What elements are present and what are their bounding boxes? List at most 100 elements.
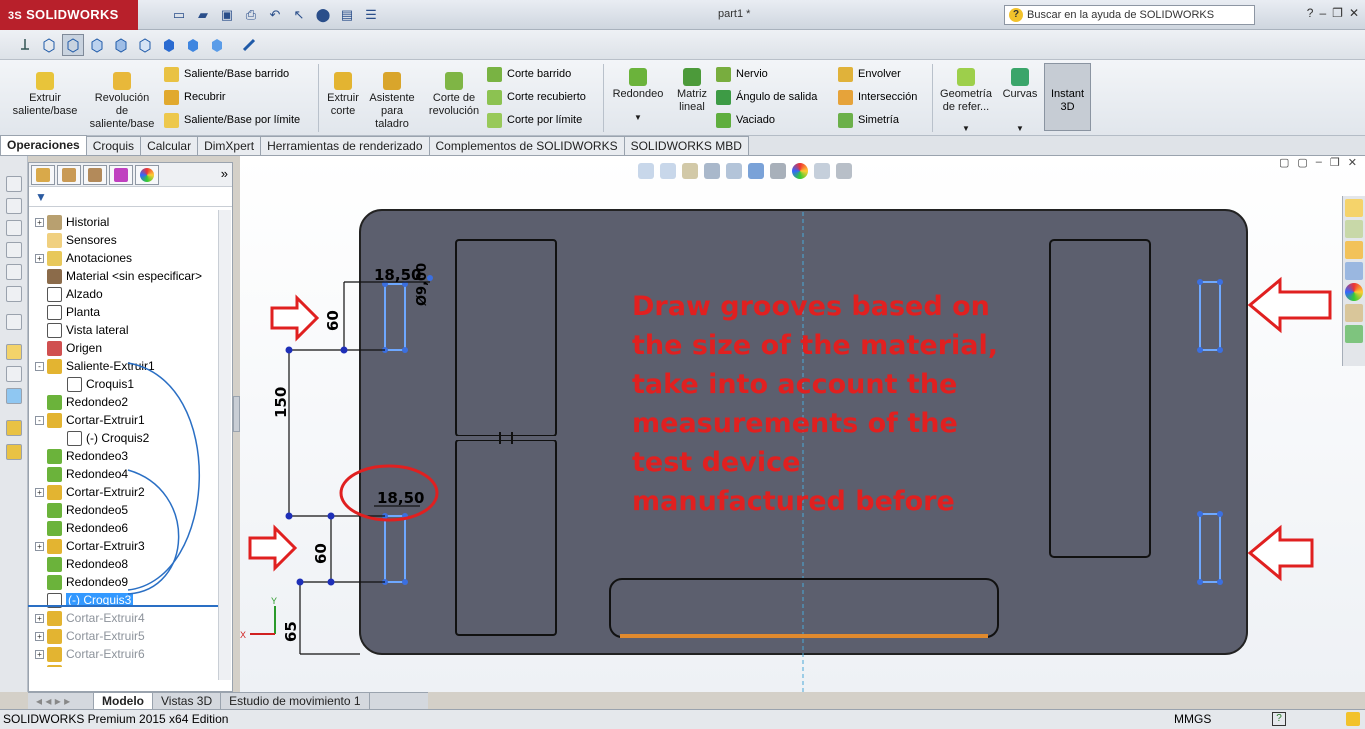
sketch-shortcut-icon[interactable] — [6, 314, 22, 330]
undo-icon[interactable]: ↶ — [264, 5, 286, 25]
tab-render-tools[interactable]: Herramientas de renderizado — [260, 136, 430, 155]
revolve-boss-button[interactable]: Revolución de saliente/base — [88, 72, 156, 131]
file-properties-icon[interactable]: ▤ — [336, 5, 358, 25]
linear-pattern-button[interactable]: Matriz lineal — [672, 68, 712, 114]
sketch-shortcut-icon[interactable] — [6, 286, 22, 302]
loft-button[interactable]: Recubrir — [164, 87, 226, 107]
rebuild-icon[interactable]: ⬤ — [312, 5, 334, 25]
print-icon[interactable]: ⎙ — [240, 5, 262, 25]
boundary-cut-button[interactable]: Corte por límite — [487, 110, 582, 130]
restore-icon[interactable]: ❐ — [1332, 6, 1343, 20]
expand-icon[interactable]: + — [35, 217, 44, 227]
draft-button[interactable]: Ángulo de salida — [716, 87, 817, 107]
new-document-icon[interactable]: ▭ — [168, 5, 190, 25]
home-icon[interactable] — [1345, 199, 1363, 217]
view-palette-icon[interactable] — [1345, 262, 1363, 280]
sketch-shortcut-icon[interactable] — [6, 220, 22, 236]
rib-button[interactable]: Nervio — [716, 64, 768, 84]
move-entities-icon[interactable] — [6, 388, 22, 404]
appearances-icon[interactable] — [1345, 283, 1363, 301]
configuration-manager-tab[interactable] — [83, 165, 107, 185]
tree-item[interactable]: +Cortar-Extruir7 — [35, 663, 145, 667]
instant3d-button[interactable]: Instant 3D — [1044, 63, 1091, 131]
tab-croquis[interactable]: Croquis — [85, 136, 142, 155]
property-manager-tab[interactable] — [57, 165, 81, 185]
mirror-button[interactable]: Simetría — [838, 110, 899, 130]
help-menu-icon[interactable]: ? — [1307, 6, 1314, 20]
render-icon[interactable] — [182, 34, 204, 56]
expand-icon[interactable]: + — [35, 649, 44, 659]
dimension-text-5[interactable]: 60 — [312, 543, 330, 564]
fillet-button[interactable]: Redondeo ▼ — [608, 68, 668, 124]
tree-item[interactable]: Sensores — [35, 231, 117, 249]
shell-button[interactable]: Vaciado — [716, 110, 775, 130]
swept-cut-button[interactable]: Corte barrido — [487, 64, 571, 84]
wrap-button[interactable]: Envolver — [838, 64, 901, 84]
reference-geometry-button[interactable]: Geometría de refer... ▼ — [936, 68, 996, 135]
smart-dimension-icon[interactable] — [6, 344, 22, 360]
intersect-button[interactable]: Intersección — [838, 87, 917, 107]
measure-icon[interactable] — [238, 34, 260, 56]
panel-splitter[interactable] — [233, 396, 240, 432]
panel-expand-icon[interactable]: » — [221, 166, 228, 181]
dimension-text-3[interactable]: 150 — [272, 387, 290, 418]
sketch-shortcut-icon[interactable] — [6, 242, 22, 258]
tree-item[interactable]: Material <sin especificar> — [35, 267, 202, 285]
tab-scroll-arrows[interactable]: ◂ ◂ ▸ ▸ — [28, 693, 94, 709]
hidden-lines-icon[interactable] — [62, 33, 84, 56]
sketch-shortcut-icon[interactable] — [6, 176, 22, 192]
tree-scrollbar[interactable] — [218, 210, 231, 680]
tree-item[interactable]: Vista lateral — [35, 321, 128, 339]
tab-operaciones[interactable]: Operaciones — [0, 135, 87, 155]
select-arrow-icon[interactable]: ↖ — [288, 5, 310, 25]
shaded-edges-icon[interactable] — [110, 34, 132, 56]
tree-item[interactable]: Planta — [35, 303, 100, 321]
sketch-shortcut-icon[interactable] — [6, 264, 22, 280]
feature-shortcut-icon[interactable] — [6, 444, 22, 460]
save-icon[interactable]: ▣ — [216, 5, 238, 25]
feature-manager-tab[interactable] — [31, 165, 55, 185]
tab-motion-study[interactable]: Estudio de movimiento 1 — [221, 693, 370, 709]
tree-item[interactable]: + Cortar-Extruir4 — [35, 609, 145, 627]
chevron-down-icon[interactable]: ▼ — [999, 122, 1041, 135]
tab-modelo[interactable]: Modelo — [94, 693, 153, 709]
chevron-down-icon[interactable]: ▼ — [608, 111, 668, 124]
dimension-text-4[interactable]: 18,50 — [377, 489, 424, 507]
sketch-shortcut-icon[interactable] — [6, 198, 22, 214]
view-orientation-icon[interactable] — [14, 34, 36, 56]
display-manager-tab[interactable] — [135, 165, 159, 185]
tree-item[interactable]: + Cortar-Extruir5 — [35, 627, 145, 645]
help-search-input[interactable]: ? Buscar en la ayuda de SOLIDWORKS — [1004, 5, 1255, 25]
tab-dimxpert[interactable]: DimXpert — [197, 136, 262, 155]
relations-icon[interactable] — [6, 366, 22, 382]
expand-icon[interactable]: + — [35, 631, 44, 641]
tab-vistas-3d[interactable]: Vistas 3D — [153, 693, 222, 709]
shaded-icon[interactable] — [86, 34, 108, 56]
close-icon[interactable]: ✕ — [1348, 156, 1357, 169]
dimxpert-manager-tab[interactable] — [109, 165, 133, 185]
close-icon[interactable]: ✕ — [1349, 6, 1359, 20]
units-label[interactable]: MMGS — [1174, 710, 1211, 729]
wireframe-icon[interactable] — [38, 34, 60, 56]
help-status-icon[interactable]: ? — [1272, 712, 1286, 726]
revolved-cut-button[interactable]: Corte de revolución — [424, 72, 484, 118]
expand-icon[interactable]: + — [35, 613, 44, 623]
tab-calcular[interactable]: Calcular — [140, 136, 199, 155]
design-library-icon[interactable] — [1345, 220, 1363, 238]
section-view-icon[interactable] — [134, 34, 156, 56]
chevron-down-icon[interactable]: ▼ — [936, 122, 996, 135]
filter-icon[interactable]: ▼ — [29, 187, 232, 207]
dimension-text-7[interactable]: Ø9,00 — [415, 263, 430, 306]
expand-icon[interactable]: + — [35, 253, 44, 263]
minimize-icon[interactable]: – — [1319, 6, 1326, 20]
forum-icon[interactable] — [1345, 325, 1363, 343]
tree-item[interactable]: + Cortar-Extruir6 — [35, 645, 145, 663]
file-explorer-icon[interactable] — [1345, 241, 1363, 259]
custom-properties-icon[interactable] — [1345, 304, 1363, 322]
tree-item[interactable]: Alzado — [35, 285, 103, 303]
feature-shortcut-icon[interactable] — [6, 420, 22, 436]
rebuild-status-icon[interactable] — [1346, 712, 1360, 726]
swept-boss-button[interactable]: Saliente/Base barrido — [164, 64, 289, 84]
tab-mbd[interactable]: SOLIDWORKS MBD — [623, 136, 749, 155]
display-style-icon[interactable] — [158, 34, 180, 56]
